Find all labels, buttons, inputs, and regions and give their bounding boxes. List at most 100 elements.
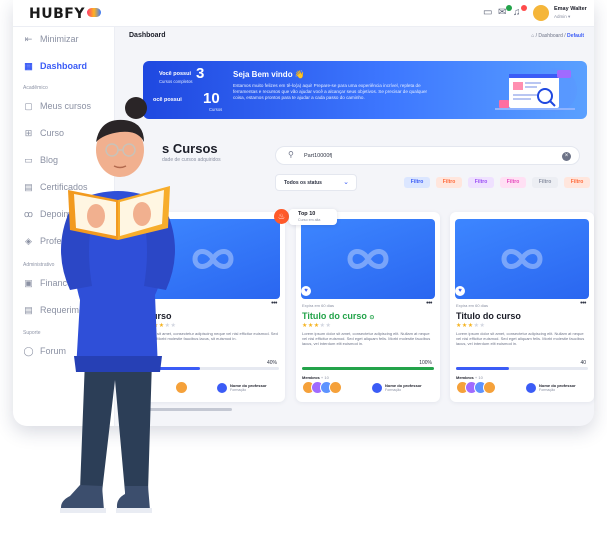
mail-icon[interactable]: ✉ bbox=[498, 5, 512, 18]
breadcrumb-current: Default bbox=[567, 33, 584, 39]
rating-stars: ★★★★★ bbox=[302, 323, 332, 329]
top10-title: Top 10 bbox=[298, 211, 316, 217]
course-card[interactable]: ♥ Expira em 60 dias ••• Titulo do curso … bbox=[296, 212, 440, 402]
user-role: Admin ▾ bbox=[554, 14, 571, 19]
filter-chip[interactable]: Filtro bbox=[468, 177, 494, 188]
wallet-icon: ▣ bbox=[24, 278, 33, 288]
sidebar-item-label: Dashboard bbox=[40, 61, 88, 71]
stat-completed-value: 3 bbox=[196, 65, 205, 82]
chevron-down-icon: ⌄ bbox=[343, 179, 349, 186]
search-input[interactable]: ⚲ Part10000f| × bbox=[275, 146, 580, 165]
professor-area: Formação bbox=[539, 388, 556, 392]
logo-text: HUBFY bbox=[29, 6, 85, 22]
welcome-banner: Você possui 3 Cursos completos ocê possu… bbox=[143, 61, 587, 119]
professor-area: Formação bbox=[230, 388, 247, 392]
professor-area: Formação bbox=[385, 388, 402, 392]
professor-avatar bbox=[526, 383, 536, 393]
course-title: Titulo do curso bbox=[456, 311, 521, 321]
welcome-title: Seja Bem vindo 👋 bbox=[233, 70, 305, 79]
more-icon[interactable]: ••• bbox=[426, 300, 432, 307]
graduation-icon: ◈ bbox=[25, 236, 32, 246]
brand-logo[interactable]: HUBFY bbox=[29, 6, 101, 22]
expiry-text: Expira em 60 dias bbox=[302, 303, 335, 308]
avatar bbox=[329, 381, 342, 394]
avatar bbox=[533, 5, 549, 21]
heart-icon[interactable]: ♥ bbox=[301, 286, 311, 296]
bell-icon[interactable]: ♫ bbox=[513, 5, 527, 18]
avatar bbox=[483, 381, 496, 394]
progress-fill bbox=[456, 367, 509, 370]
progress-text: 40 bbox=[580, 360, 586, 366]
section-label-support: Suporte bbox=[23, 330, 41, 336]
top10-subtitle: Curso em alta bbox=[298, 218, 321, 222]
members-label-text: Membros bbox=[456, 375, 474, 380]
breadcrumb-dashboard[interactable]: Dashboard bbox=[538, 33, 562, 39]
filter-chip[interactable]: Filtro bbox=[404, 177, 430, 188]
filter-chip[interactable]: Filtro bbox=[500, 177, 526, 188]
professor-avatar bbox=[372, 383, 382, 393]
course-thumbnail bbox=[455, 219, 589, 299]
welcome-description: Estamos muito felizes em tê-lo(a) aqui! … bbox=[233, 83, 428, 100]
bell-badge bbox=[521, 5, 527, 11]
top-bar: HUBFY ▭ ✉ ♫ Emay Walter Admin ▾ bbox=[13, 0, 594, 27]
progress-fill bbox=[302, 367, 434, 370]
header-bar: Dashboard ⌂ / Dashboard / Default bbox=[115, 27, 594, 45]
breadcrumb: ⌂ / Dashboard / Default bbox=[531, 33, 584, 39]
member-avatars bbox=[456, 381, 516, 395]
grid-icon: ▦ bbox=[24, 61, 33, 71]
course-thumbnail bbox=[301, 219, 435, 299]
clear-icon[interactable]: × bbox=[562, 152, 571, 161]
mail-badge bbox=[506, 5, 512, 11]
users-icon: ꝏ bbox=[23, 209, 34, 219]
home-icon[interactable]: ⌂ bbox=[531, 33, 534, 39]
check-circle-icon: ⊙ bbox=[369, 315, 375, 321]
progress-text: 100% bbox=[419, 360, 432, 366]
course-description: Lorem ipsum dolor sit amet, consectetur … bbox=[302, 331, 431, 347]
search-icon: ⚲ bbox=[288, 150, 294, 159]
expiry-text: Expira em 60 dias bbox=[456, 303, 489, 308]
chat-icon: ◯ bbox=[23, 346, 34, 356]
logo-mark-icon bbox=[86, 8, 101, 17]
sidebar-item-dashboard[interactable]: ▦ Dashboard bbox=[13, 55, 115, 79]
course-description: Lorem ipsum dolor sit amet, consectetur … bbox=[456, 331, 585, 347]
stat-courses-value: 10 bbox=[203, 90, 220, 107]
course-title-text: Titulo do curso bbox=[302, 311, 367, 321]
status-select[interactable]: Todos os status ⌄ bbox=[275, 174, 357, 191]
collapse-icon: ⇤ bbox=[24, 34, 33, 44]
members-label: Membros + 10 bbox=[456, 375, 483, 380]
stage: HUBFY ▭ ✉ ♫ Emay Walter Admin ▾ ⇤ Minimi… bbox=[0, 0, 607, 533]
stat-completed-label: Você possui bbox=[159, 71, 191, 77]
course-title: Titulo do curso ⊙ bbox=[302, 311, 374, 321]
filter-chip[interactable]: Filtro bbox=[532, 177, 558, 188]
course-card[interactable]: ♥ Expira em 60 dias ••• Titulo do curso … bbox=[450, 212, 594, 402]
breadcrumb-separator: / bbox=[535, 33, 538, 39]
more-icon[interactable]: ••• bbox=[271, 300, 277, 307]
user-role-text: Admin bbox=[554, 14, 567, 19]
filter-chip[interactable]: Filtro bbox=[564, 177, 590, 188]
search-value: Part10000f| bbox=[304, 153, 333, 159]
progress-bar bbox=[302, 367, 434, 370]
calendar-icon[interactable]: ▭ bbox=[483, 8, 494, 18]
stat-completed-sub: Cursos completos bbox=[159, 79, 193, 84]
dashboard-illustration bbox=[495, 68, 577, 112]
welcome-text: Seja Bem vindo bbox=[233, 70, 293, 79]
sidebar-toggle-label: Minimizar bbox=[40, 34, 79, 44]
filter-chip[interactable]: Filtro bbox=[436, 177, 462, 188]
members-count: + 10 bbox=[474, 375, 483, 380]
top10-badge: Top 10 Curso em alta bbox=[289, 209, 337, 225]
member-avatars bbox=[302, 381, 362, 395]
stat-completed: Você possui 3 Cursos completos bbox=[159, 65, 204, 84]
professor-avatar bbox=[217, 383, 227, 393]
heart-icon[interactable]: ♥ bbox=[455, 286, 465, 296]
sidebar-toggle[interactable]: ⇤ Minimizar bbox=[13, 28, 115, 52]
more-icon[interactable]: ••• bbox=[580, 300, 586, 307]
fire-icon: ♨ bbox=[274, 209, 289, 224]
reading-character-illustration bbox=[60, 97, 175, 513]
certificate-icon: ▤ bbox=[24, 182, 33, 192]
stat-courses-sub: Cursos bbox=[209, 107, 223, 112]
progress-bar bbox=[456, 367, 588, 370]
infinity-icon bbox=[501, 249, 543, 269]
members-count: + 10 bbox=[320, 375, 329, 380]
document-icon: ▤ bbox=[24, 305, 33, 315]
breadcrumb-separator: / bbox=[564, 33, 566, 39]
